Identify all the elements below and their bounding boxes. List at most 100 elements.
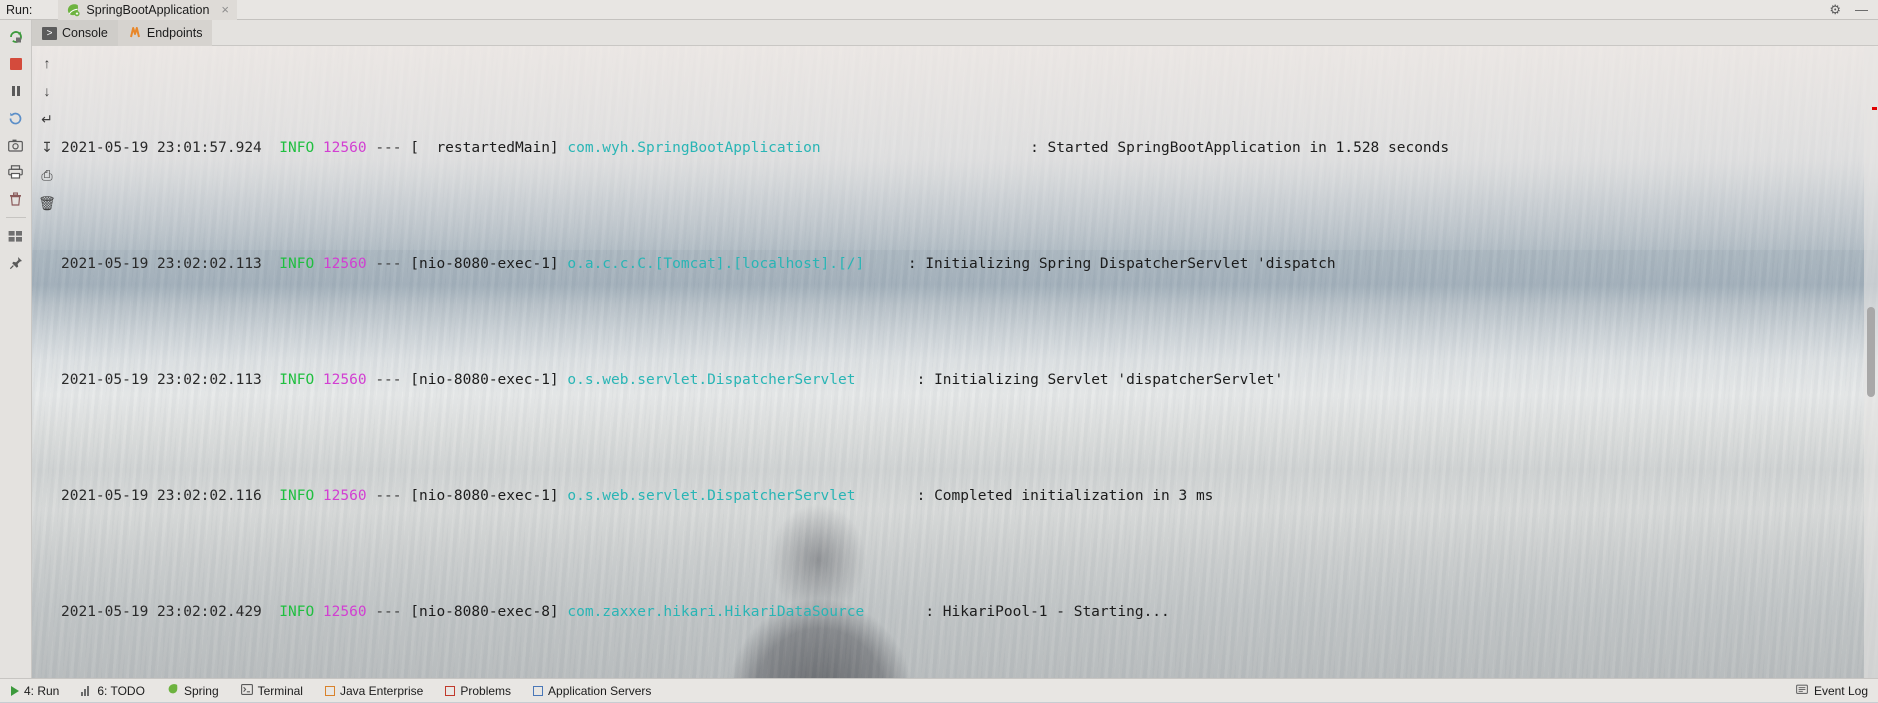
run-configuration-tab[interactable]: SpringBootApplication × bbox=[58, 0, 237, 20]
log-timestamp: 2021-05-19 23:02:02.429 bbox=[61, 604, 262, 620]
log-thread: [nio-8080-exec-1] bbox=[410, 372, 558, 388]
problems-icon bbox=[445, 686, 455, 696]
log-separator: : bbox=[917, 372, 926, 388]
console-tabstrip: > Console Endpoints bbox=[32, 20, 1878, 46]
minimize-icon[interactable]: — bbox=[1855, 3, 1868, 16]
print-icon[interactable] bbox=[3, 160, 29, 184]
scroll-to-end-button[interactable]: ↧ bbox=[36, 137, 58, 157]
status-application-servers-label: Application Servers bbox=[548, 684, 651, 698]
log-pid: 12560 bbox=[323, 372, 367, 388]
log-line: 2021-05-19 23:02:02.113 INFO 12560 --- [… bbox=[61, 250, 1864, 279]
tab-endpoints[interactable]: Endpoints bbox=[118, 20, 213, 46]
log-dashes: --- bbox=[375, 140, 401, 156]
status-run-label: 4: Run bbox=[24, 684, 59, 698]
status-bar: 4: Run 6: TODO Spring Terminal Java Ente… bbox=[0, 678, 1878, 702]
log-thread: [nio-8080-exec-1] bbox=[410, 488, 558, 504]
log-message: HikariPool-1 - Starting... bbox=[943, 604, 1170, 620]
log-message: Initializing Servlet 'dispatcherServlet' bbox=[934, 372, 1283, 388]
log-separator: : bbox=[908, 256, 917, 272]
status-problems-label: Problems bbox=[460, 684, 511, 698]
rerun-button[interactable] bbox=[3, 25, 29, 49]
console-vertical-scrollbar[interactable] bbox=[1864, 47, 1878, 678]
sidebar-item-java-enterprise[interactable]: Java Enterprise bbox=[314, 679, 434, 703]
console-side-toolbar: ↑ ↓ ↵ ↧ ⎙ 🗑 bbox=[33, 47, 61, 567]
log-thread: [nio-8080-exec-1] bbox=[410, 256, 558, 272]
console-output[interactable]: 2021-05-19 23:01:57.924 INFO 12560 --- [… bbox=[61, 47, 1864, 678]
log-message: Started SpringBootApplication in 1.528 s… bbox=[1048, 140, 1450, 156]
console-icon: > bbox=[42, 27, 57, 40]
log-logger: o.s.web.servlet.DispatcherServlet bbox=[567, 488, 855, 504]
log-level: INFO bbox=[279, 140, 314, 156]
event-log-label[interactable]: Event Log bbox=[1814, 684, 1868, 698]
log-level: INFO bbox=[279, 256, 314, 272]
log-level: INFO bbox=[279, 372, 314, 388]
log-logger: com.wyh.SpringBootApplication bbox=[567, 140, 820, 156]
app-servers-icon bbox=[533, 686, 543, 696]
status-todo-label: 6: TODO bbox=[97, 684, 145, 698]
log-line: 2021-05-19 23:02:02.113 INFO 12560 --- [… bbox=[61, 366, 1864, 395]
log-level: INFO bbox=[279, 488, 314, 504]
sidebar-item-spring[interactable]: Spring bbox=[156, 679, 230, 703]
layout-settings-icon[interactable] bbox=[3, 224, 29, 248]
run-window-toolbar bbox=[0, 20, 32, 702]
log-message: Initializing Spring DispatcherServlet 'd… bbox=[925, 256, 1335, 272]
terminal-icon bbox=[241, 684, 253, 698]
log-dashes: --- bbox=[375, 604, 401, 620]
endpoints-icon bbox=[128, 25, 142, 41]
log-separator: : bbox=[917, 488, 926, 504]
run-label: Run: bbox=[6, 3, 32, 17]
log-dashes: --- bbox=[375, 488, 401, 504]
log-line: 2021-05-19 23:02:02.429 INFO 12560 --- [… bbox=[61, 598, 1864, 627]
log-pid: 12560 bbox=[323, 256, 367, 272]
sidebar-item-todo[interactable]: 6: TODO bbox=[70, 679, 156, 703]
tab-endpoints-label: Endpoints bbox=[147, 26, 203, 40]
log-dashes: --- bbox=[375, 372, 401, 388]
sidebar-item-run[interactable]: 4: Run bbox=[0, 679, 70, 703]
toolbar-divider bbox=[6, 217, 26, 218]
run-tab-title: SpringBootApplication bbox=[86, 3, 209, 17]
tab-console-label: Console bbox=[62, 26, 108, 40]
scroll-down-button[interactable]: ↓ bbox=[36, 81, 58, 101]
log-level: INFO bbox=[279, 604, 314, 620]
log-thread: [ restartedMain] bbox=[410, 140, 558, 156]
spring-leaf-icon bbox=[66, 3, 80, 17]
sidebar-item-application-servers[interactable]: Application Servers bbox=[522, 679, 662, 703]
log-timestamp: 2021-05-19 23:02:02.113 bbox=[61, 372, 262, 388]
restart-button[interactable] bbox=[3, 106, 29, 130]
scrollbar-thumb[interactable] bbox=[1867, 307, 1875, 397]
status-java-enterprise-label: Java Enterprise bbox=[340, 684, 423, 698]
log-pid: 12560 bbox=[323, 488, 367, 504]
run-window-header: Run: SpringBootApplication × ⚙ — bbox=[0, 0, 1878, 20]
trash-icon[interactable] bbox=[3, 187, 29, 211]
log-line: 2021-05-19 23:02:02.116 INFO 12560 --- [… bbox=[61, 482, 1864, 511]
log-pid: 12560 bbox=[323, 604, 367, 620]
log-logger: o.s.web.servlet.DispatcherServlet bbox=[567, 372, 855, 388]
log-timestamp: 2021-05-19 23:01:57.924 bbox=[61, 140, 262, 156]
sidebar-item-terminal[interactable]: Terminal bbox=[230, 679, 314, 703]
list-icon bbox=[81, 686, 92, 696]
pause-button[interactable] bbox=[3, 79, 29, 103]
soft-wrap-button[interactable]: ↵ bbox=[36, 109, 58, 129]
error-marker[interactable] bbox=[1872, 107, 1877, 110]
log-separator: : bbox=[1030, 140, 1039, 156]
gear-icon[interactable]: ⚙ bbox=[1829, 3, 1841, 16]
log-logger: o.a.c.c.C.[Tomcat].[localhost].[/] bbox=[567, 256, 864, 272]
stop-button[interactable] bbox=[3, 52, 29, 76]
spring-leaf-icon bbox=[167, 683, 179, 698]
log-line: 2021-05-19 23:01:57.924 INFO 12560 --- [… bbox=[61, 134, 1864, 163]
pin-icon[interactable] bbox=[3, 251, 29, 275]
log-thread: [nio-8080-exec-8] bbox=[410, 604, 558, 620]
scroll-up-button[interactable]: ↑ bbox=[36, 53, 58, 73]
status-spring-label: Spring bbox=[184, 684, 219, 698]
close-icon[interactable]: × bbox=[221, 2, 229, 17]
log-pid: 12560 bbox=[323, 140, 367, 156]
clear-all-button[interactable]: 🗑 bbox=[36, 193, 58, 213]
event-log-icon bbox=[1796, 684, 1808, 698]
log-separator: : bbox=[925, 604, 934, 620]
camera-icon[interactable] bbox=[3, 133, 29, 157]
sidebar-item-problems[interactable]: Problems bbox=[434, 679, 522, 703]
print-console-button[interactable]: ⎙ bbox=[36, 165, 58, 185]
tab-console[interactable]: > Console bbox=[32, 20, 118, 46]
play-icon bbox=[11, 686, 19, 696]
log-timestamp: 2021-05-19 23:02:02.116 bbox=[61, 488, 262, 504]
